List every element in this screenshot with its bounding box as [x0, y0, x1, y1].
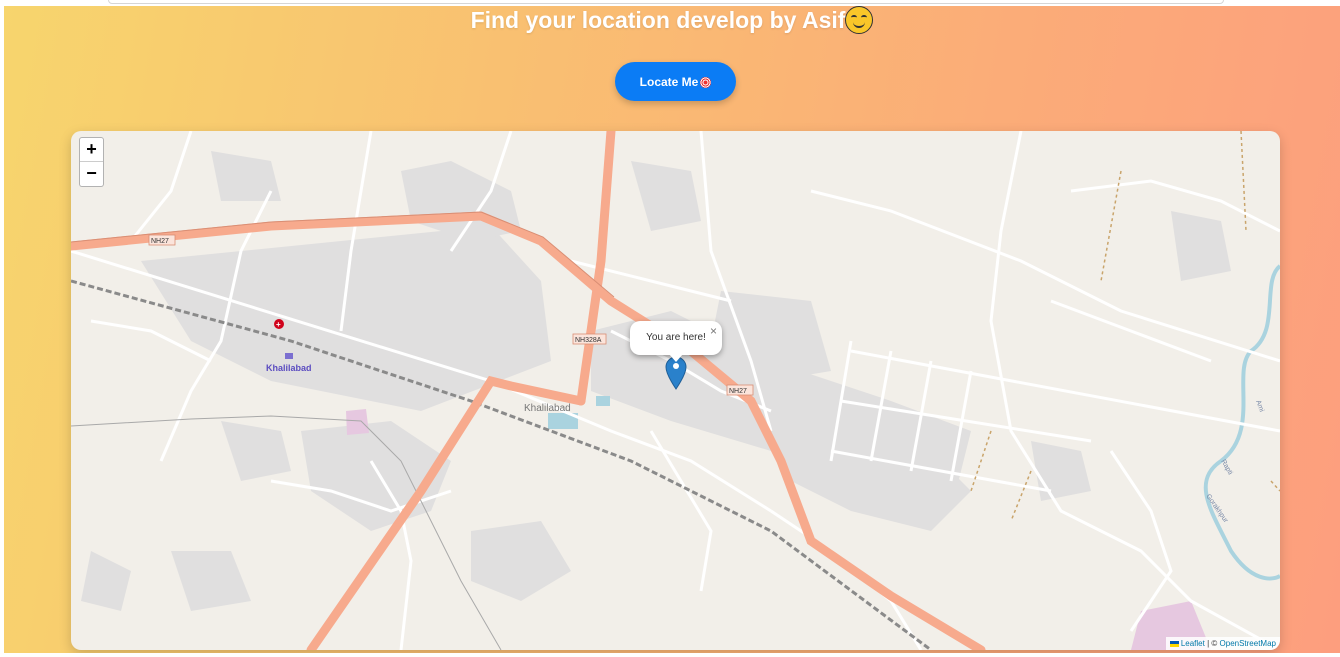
built-up-areas: [81, 151, 1231, 611]
popup-text: You are here!: [646, 332, 706, 343]
map-tiles[interactable]: NH27 NH328A NH27 + Khalilabad Khalilabad…: [71, 131, 1280, 650]
locate-me-label: Locate Me: [639, 74, 699, 89]
popup-tip: [669, 354, 683, 362]
leaflet-link[interactable]: Leaflet: [1181, 639, 1205, 648]
road-shield-nh27-west: NH27: [151, 238, 169, 245]
openstreetmap-link[interactable]: OpenStreetMap: [1220, 639, 1276, 648]
map-container[interactable]: NH27 NH328A NH27 + Khalilabad Khalilabad…: [71, 131, 1280, 650]
river-label: Rapti: [1219, 459, 1233, 477]
location-popup: You are here! ×: [630, 321, 722, 362]
bottom-strip: [0, 653, 1340, 657]
town-label: Khalilabad: [524, 403, 571, 414]
smiling-face-icon: [845, 6, 874, 34]
river-label: Ami: [1254, 399, 1265, 413]
station-icon: [285, 353, 293, 359]
ukraine-flag-icon: [1169, 641, 1179, 647]
road-shield-nh27-east: NH27: [729, 388, 747, 395]
attribution-separator: | ©: [1207, 639, 1218, 648]
top-input-edge: [108, 0, 1224, 4]
popup-close-icon[interactable]: ×: [710, 324, 717, 338]
landuse-area: [346, 409, 369, 435]
pond: [596, 396, 610, 406]
zoom-out-button[interactable]: −: [80, 162, 103, 185]
zoom-control: + −: [79, 137, 104, 187]
locate-me-button[interactable]: Locate Me: [615, 62, 736, 101]
target-icon: [700, 76, 712, 88]
station-label: Khalilabad: [266, 363, 312, 373]
map-attribution: Leaflet | © OpenStreetMap: [1165, 637, 1280, 650]
page-background: Find your location develop by Asif Locat…: [4, 6, 1340, 653]
tracks: [970, 131, 1280, 522]
zoom-in-button[interactable]: +: [80, 138, 103, 162]
page-title-text: Find your location develop by Asif: [470, 7, 846, 33]
road-shield-nh328a: NH328A: [575, 337, 602, 344]
svg-text:+: +: [276, 320, 281, 329]
page-title: Find your location develop by Asif: [4, 6, 1340, 34]
river: [1203, 264, 1280, 581]
